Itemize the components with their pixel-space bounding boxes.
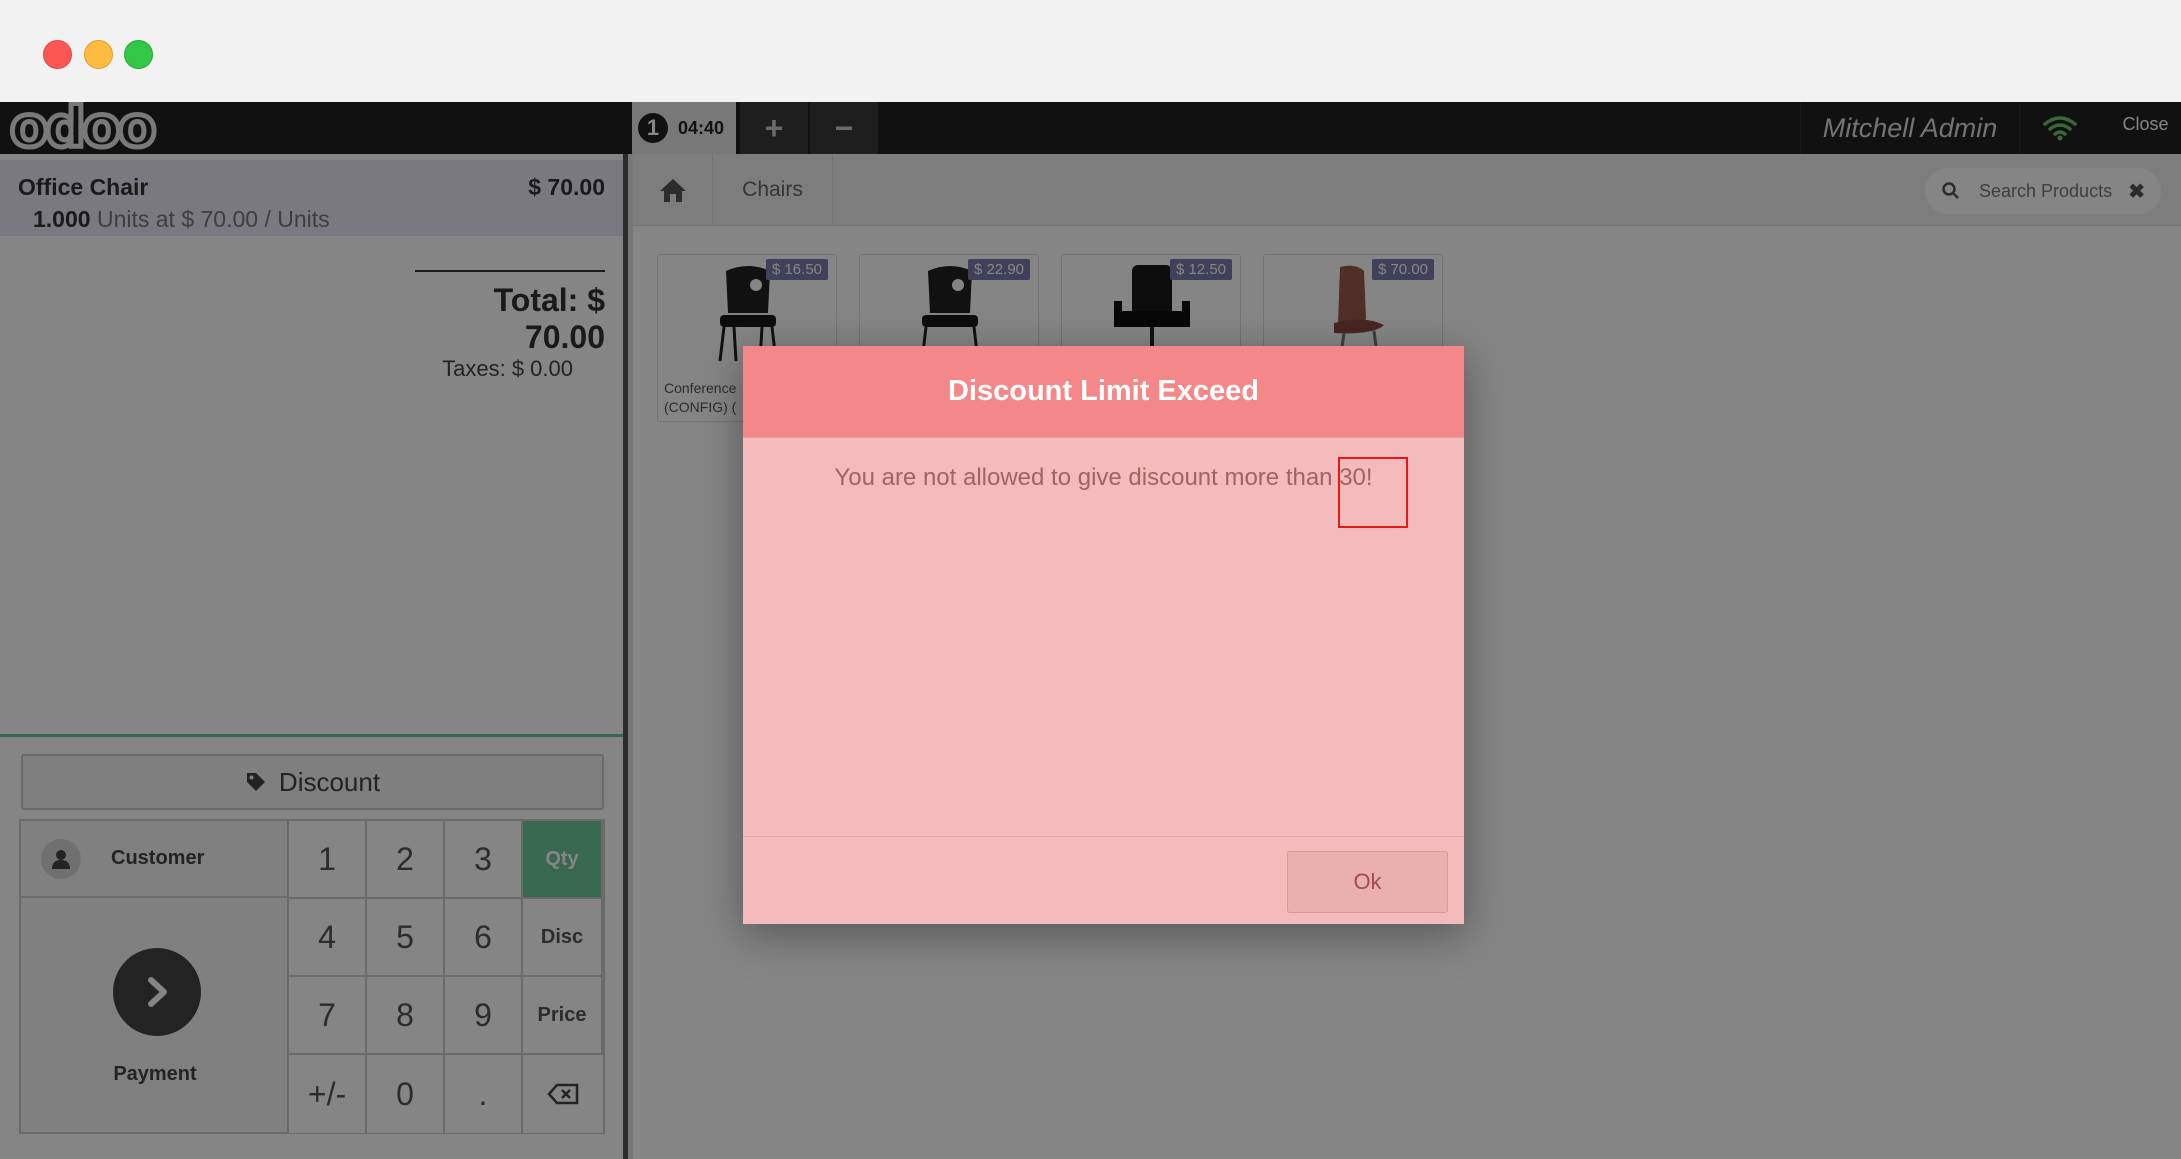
- discount-limit-dialog: Discount Limit Exceed You are not allowe…: [743, 346, 1464, 924]
- ok-button[interactable]: Ok: [1287, 851, 1448, 913]
- dialog-title: Discount Limit Exceed: [743, 346, 1464, 438]
- pos-app: odoo 1 04:40 + − Mitchell Admin Close Of…: [0, 102, 2181, 1159]
- window-chrome: [0, 0, 2181, 102]
- dialog-footer: Ok: [743, 836, 1464, 924]
- window-maximize-button[interactable]: [124, 40, 153, 69]
- highlight-box: [1338, 457, 1408, 528]
- window-close-button[interactable]: [43, 40, 72, 69]
- window-minimize-button[interactable]: [84, 40, 113, 69]
